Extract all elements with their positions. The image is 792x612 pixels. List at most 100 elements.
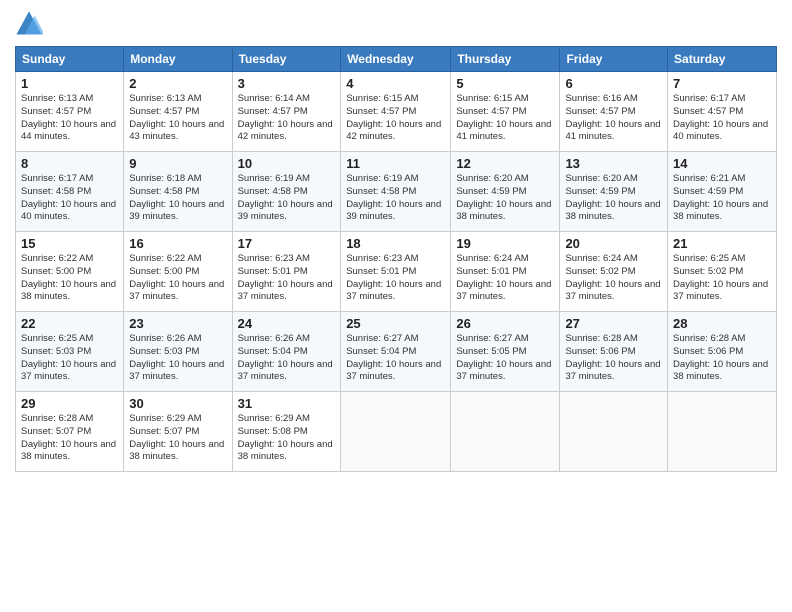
sunset-label: Sunset: 4:59 PM [456,186,526,197]
day-info: Sunrise: 6:13 AM Sunset: 4:57 PM Dayligh… [129,93,226,144]
sunset-label: Sunset: 4:57 PM [238,106,308,117]
day-info: Sunrise: 6:26 AM Sunset: 5:03 PM Dayligh… [129,333,226,384]
day-header-saturday: Saturday [668,47,777,72]
day-info: Sunrise: 6:29 AM Sunset: 5:07 PM Dayligh… [129,413,226,464]
day-header-sunday: Sunday [16,47,124,72]
sunrise-label: Sunrise: 6:27 AM [456,333,528,344]
sunset-label: Sunset: 4:58 PM [129,186,199,197]
calendar-header-row: SundayMondayTuesdayWednesdayThursdayFrid… [16,47,777,72]
day-number: 23 [129,316,226,331]
sunset-label: Sunset: 5:07 PM [21,426,91,437]
day-info: Sunrise: 6:15 AM Sunset: 4:57 PM Dayligh… [456,93,554,144]
daylight-label: Daylight: 10 hours and 37 minutes. [238,279,333,303]
main-container: SundayMondayTuesdayWednesdayThursdayFrid… [0,0,792,482]
daylight-label: Daylight: 10 hours and 41 minutes. [456,119,551,143]
calendar-cell: 20 Sunrise: 6:24 AM Sunset: 5:02 PM Dayl… [560,232,668,312]
day-info: Sunrise: 6:16 AM Sunset: 4:57 PM Dayligh… [565,93,662,144]
day-number: 26 [456,316,554,331]
day-info: Sunrise: 6:28 AM Sunset: 5:06 PM Dayligh… [565,333,662,384]
calendar-cell: 28 Sunrise: 6:28 AM Sunset: 5:06 PM Dayl… [668,312,777,392]
daylight-label: Daylight: 10 hours and 37 minutes. [129,279,224,303]
day-info: Sunrise: 6:26 AM Sunset: 5:04 PM Dayligh… [238,333,336,384]
sunset-label: Sunset: 5:01 PM [456,266,526,277]
calendar-cell: 23 Sunrise: 6:26 AM Sunset: 5:03 PM Dayl… [124,312,232,392]
daylight-label: Daylight: 10 hours and 37 minutes. [346,359,441,383]
sunset-label: Sunset: 5:02 PM [673,266,743,277]
calendar-cell [451,392,560,472]
calendar-cell: 30 Sunrise: 6:29 AM Sunset: 5:07 PM Dayl… [124,392,232,472]
calendar-cell [560,392,668,472]
sunrise-label: Sunrise: 6:22 AM [129,253,201,264]
header [15,10,777,38]
calendar-cell: 2 Sunrise: 6:13 AM Sunset: 4:57 PM Dayli… [124,72,232,152]
calendar-cell: 24 Sunrise: 6:26 AM Sunset: 5:04 PM Dayl… [232,312,341,392]
sunset-label: Sunset: 5:01 PM [238,266,308,277]
daylight-label: Daylight: 10 hours and 37 minutes. [238,359,333,383]
calendar-cell: 1 Sunrise: 6:13 AM Sunset: 4:57 PM Dayli… [16,72,124,152]
calendar-cell: 11 Sunrise: 6:19 AM Sunset: 4:58 PM Dayl… [341,152,451,232]
daylight-label: Daylight: 10 hours and 38 minutes. [565,199,660,223]
daylight-label: Daylight: 10 hours and 38 minutes. [21,279,116,303]
sunrise-label: Sunrise: 6:20 AM [456,173,528,184]
calendar-cell: 7 Sunrise: 6:17 AM Sunset: 4:57 PM Dayli… [668,72,777,152]
sunset-label: Sunset: 5:06 PM [565,346,635,357]
calendar-cell: 27 Sunrise: 6:28 AM Sunset: 5:06 PM Dayl… [560,312,668,392]
calendar-cell: 12 Sunrise: 6:20 AM Sunset: 4:59 PM Dayl… [451,152,560,232]
day-header-friday: Friday [560,47,668,72]
sunrise-label: Sunrise: 6:17 AM [673,93,745,104]
sunrise-label: Sunrise: 6:23 AM [238,253,310,264]
sunrise-label: Sunrise: 6:13 AM [129,93,201,104]
calendar-cell: 8 Sunrise: 6:17 AM Sunset: 4:58 PM Dayli… [16,152,124,232]
day-info: Sunrise: 6:27 AM Sunset: 5:04 PM Dayligh… [346,333,445,384]
day-info: Sunrise: 6:17 AM Sunset: 4:58 PM Dayligh… [21,173,118,224]
day-number: 29 [21,396,118,411]
calendar-cell: 9 Sunrise: 6:18 AM Sunset: 4:58 PM Dayli… [124,152,232,232]
sunrise-label: Sunrise: 6:28 AM [21,413,93,424]
daylight-label: Daylight: 10 hours and 38 minutes. [238,439,333,463]
day-info: Sunrise: 6:13 AM Sunset: 4:57 PM Dayligh… [21,93,118,144]
day-number: 21 [673,236,771,251]
day-info: Sunrise: 6:24 AM Sunset: 5:02 PM Dayligh… [565,253,662,304]
daylight-label: Daylight: 10 hours and 40 minutes. [21,199,116,223]
day-number: 22 [21,316,118,331]
daylight-label: Daylight: 10 hours and 38 minutes. [129,439,224,463]
day-number: 8 [21,156,118,171]
calendar-cell: 5 Sunrise: 6:15 AM Sunset: 4:57 PM Dayli… [451,72,560,152]
calendar-cell: 10 Sunrise: 6:19 AM Sunset: 4:58 PM Dayl… [232,152,341,232]
calendar-cell: 14 Sunrise: 6:21 AM Sunset: 4:59 PM Dayl… [668,152,777,232]
day-number: 30 [129,396,226,411]
sunrise-label: Sunrise: 6:21 AM [673,173,745,184]
day-info: Sunrise: 6:20 AM Sunset: 4:59 PM Dayligh… [456,173,554,224]
calendar-cell [668,392,777,472]
sunset-label: Sunset: 5:05 PM [456,346,526,357]
sunset-label: Sunset: 5:01 PM [346,266,416,277]
daylight-label: Daylight: 10 hours and 41 minutes. [565,119,660,143]
calendar-cell: 31 Sunrise: 6:29 AM Sunset: 5:08 PM Dayl… [232,392,341,472]
calendar-cell: 17 Sunrise: 6:23 AM Sunset: 5:01 PM Dayl… [232,232,341,312]
day-number: 3 [238,76,336,91]
daylight-label: Daylight: 10 hours and 42 minutes. [346,119,441,143]
day-header-wednesday: Wednesday [341,47,451,72]
day-info: Sunrise: 6:25 AM Sunset: 5:03 PM Dayligh… [21,333,118,384]
logo-icon [15,10,43,38]
daylight-label: Daylight: 10 hours and 38 minutes. [673,359,768,383]
calendar-cell [341,392,451,472]
day-info: Sunrise: 6:27 AM Sunset: 5:05 PM Dayligh… [456,333,554,384]
sunset-label: Sunset: 4:57 PM [346,106,416,117]
daylight-label: Daylight: 10 hours and 37 minutes. [456,279,551,303]
sunset-label: Sunset: 5:04 PM [346,346,416,357]
day-number: 11 [346,156,445,171]
day-number: 31 [238,396,336,411]
calendar-cell: 25 Sunrise: 6:27 AM Sunset: 5:04 PM Dayl… [341,312,451,392]
sunset-label: Sunset: 4:57 PM [565,106,635,117]
sunset-label: Sunset: 4:57 PM [21,106,91,117]
day-number: 20 [565,236,662,251]
day-info: Sunrise: 6:17 AM Sunset: 4:57 PM Dayligh… [673,93,771,144]
day-number: 15 [21,236,118,251]
sunset-label: Sunset: 5:03 PM [21,346,91,357]
calendar-cell: 3 Sunrise: 6:14 AM Sunset: 4:57 PM Dayli… [232,72,341,152]
calendar-cell: 4 Sunrise: 6:15 AM Sunset: 4:57 PM Dayli… [341,72,451,152]
sunrise-label: Sunrise: 6:27 AM [346,333,418,344]
sunset-label: Sunset: 5:04 PM [238,346,308,357]
sunset-label: Sunset: 5:08 PM [238,426,308,437]
